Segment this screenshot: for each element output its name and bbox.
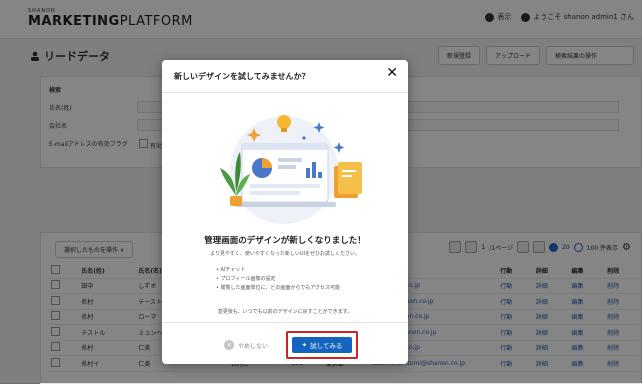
feature-item: • プロフィール画像の設定 <box>216 276 276 282</box>
dialog-title: 新しいデザインを試してみませんか？ <box>174 72 310 81</box>
dialog-heading: 管理画面のデザインが新しくなりました！ <box>204 236 366 246</box>
close-icon[interactable]: ✕ <box>386 66 398 80</box>
highlight-box: ✦ 試してみる <box>286 331 358 359</box>
sparkle-icon: ✦ <box>301 341 308 349</box>
feature-item: • 閲覧した画面単位に、どの画面からでもアクセス可能 <box>216 285 340 291</box>
feature-item: • AIチャット <box>216 267 246 273</box>
dialog-description: より見やすく、使いやすくなった新しいUIをぜひお試しください。 <box>209 251 361 257</box>
close-circle-icon: × <box>224 340 234 350</box>
try-it-button[interactable]: ✦ 試してみる <box>292 337 352 353</box>
divider <box>162 322 408 323</box>
not-now-button[interactable]: × やめしない <box>224 340 268 350</box>
feature-list: • AIチャット • プロフィール画像の設定 • 閲覧した画面単位に、どの画面か… <box>216 266 340 293</box>
document-icon <box>334 162 362 198</box>
new-design-illustration <box>220 115 362 224</box>
divider <box>162 92 408 93</box>
revert-note: 変更後も、いつでも以前のデザインに戻すことができます。 <box>217 309 353 315</box>
new-design-dialog: 新しいデザインを試してみませんか？ ✕ 管理画面のデザインが新しくなりました！ … <box>162 60 408 364</box>
